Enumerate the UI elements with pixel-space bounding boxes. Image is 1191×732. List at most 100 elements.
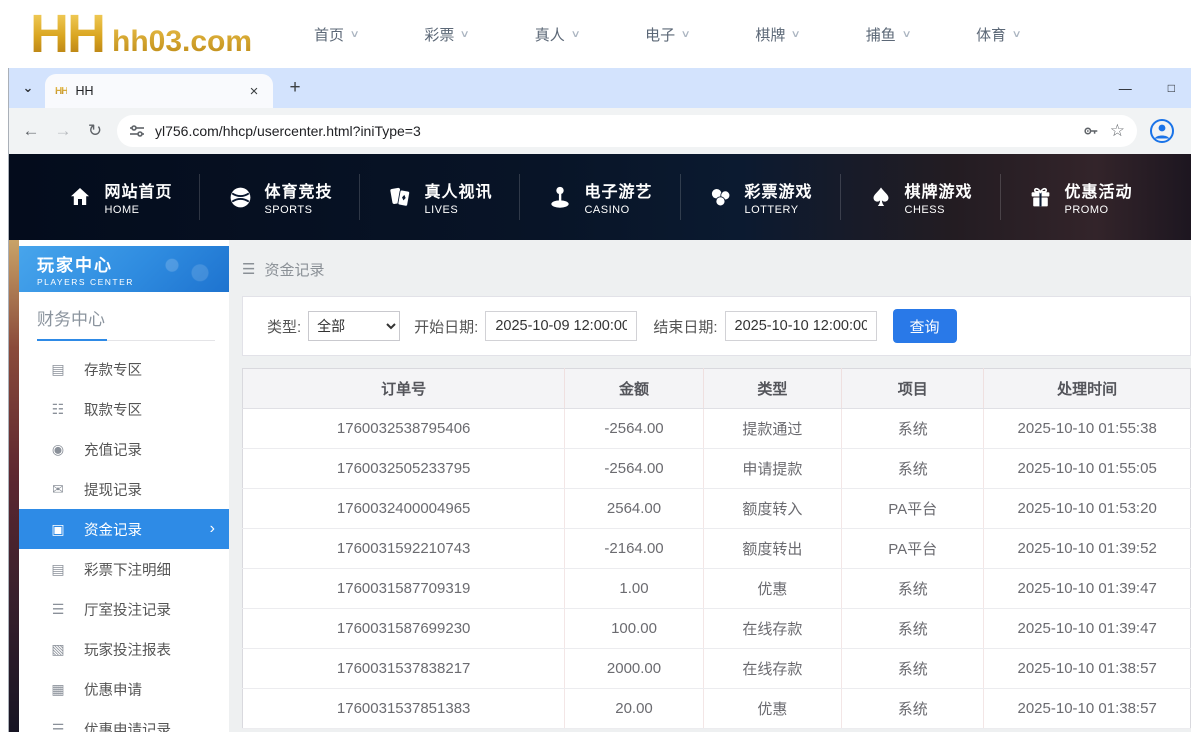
cell-amount: -2564.00 (565, 409, 703, 449)
bookmark-star-icon[interactable]: ☆ (1110, 121, 1125, 141)
sidebar-item[interactable]: ▦优惠申请› (19, 669, 229, 709)
tab-search-chevron-icon[interactable]: ⌄ (15, 75, 41, 101)
sidebar-item-label: 优惠申请 (84, 679, 142, 700)
table-row: 1760031592210743-2164.00额度转出PA平台2025-10-… (243, 529, 1191, 569)
site-nav-item[interactable]: 棋牌∨ (755, 24, 799, 45)
cell-project: 系统 (842, 649, 984, 689)
reload-button[interactable]: ↻ (79, 115, 111, 147)
site-nav-item[interactable]: 电子∨ (645, 24, 689, 45)
main-nav-item-casino[interactable]: 电子游艺CASINO (520, 178, 679, 216)
nav-label-en: HOME (104, 204, 172, 216)
table-header-cell: 项目 (842, 369, 984, 409)
withdraw-icon: ☷ (49, 401, 67, 418)
site-nav-item[interactable]: 捕鱼∨ (866, 24, 910, 45)
background-image-strip (9, 240, 19, 732)
cell-processed-time: 2025-10-10 01:39:47 (984, 609, 1191, 649)
cell-processed-time: 2025-10-10 01:39:52 (984, 529, 1191, 569)
cell-processed-time: 2025-10-10 01:38:57 (984, 689, 1191, 729)
browser-tab-hh[interactable]: HH HH × (45, 74, 273, 108)
hh-favicon: HH (55, 86, 67, 97)
maximize-button[interactable]: □ (1168, 81, 1175, 95)
table-header-cell: 金额 (565, 369, 703, 409)
sidebar-item[interactable]: ☰厅室投注记录› (19, 589, 229, 629)
site-nav-item[interactable]: 彩票∨ (424, 24, 468, 45)
sidebar-item-label: 资金记录 (84, 519, 142, 540)
lottery-bet-detail-icon: ▤ (49, 561, 67, 578)
url-text[interactable]: yl756.com/hhcp/usercenter.html?iniType=3 (155, 123, 1072, 139)
cell-project: 系统 (842, 689, 984, 729)
sidebar-item[interactable]: ☰优惠申请记录› (19, 709, 229, 732)
end-date-label: 结束日期: (653, 316, 717, 337)
site-header: HH hh03.com 首页∨ 彩票∨ 真人∨ 电子∨ 棋牌∨ 捕鱼∨ 体育∨ (0, 0, 1191, 68)
sidebar-item[interactable]: ✉提现记录› (19, 469, 229, 509)
site-nav-label: 彩票 (424, 24, 454, 45)
cell-processed-time: 2025-10-10 01:39:47 (984, 569, 1191, 609)
sidebar-menu: ▤存款专区›☷取款专区›◉充值记录›✉提现记录›▣资金记录›▤彩票下注明细›☰厅… (19, 349, 229, 732)
cell-project: 系统 (842, 609, 984, 649)
main-nav-item-sports[interactable]: 体育竞技SPORTS (200, 178, 359, 216)
site-settings-tune-icon[interactable] (129, 123, 145, 139)
hamburger-menu-icon[interactable]: ☰ (242, 260, 255, 278)
password-key-icon[interactable] (1082, 122, 1100, 140)
cell-processed-time: 2025-10-10 01:55:05 (984, 449, 1191, 489)
cell-project: PA平台 (842, 489, 984, 529)
tab-close-icon[interactable]: × (245, 83, 263, 100)
site-logo[interactable]: HH hh03.com (30, 10, 252, 59)
url-bar[interactable]: yl756.com/hhcp/usercenter.html?iniType=3… (117, 115, 1137, 147)
browser-profile-icon[interactable] (1149, 118, 1175, 144)
sidebar-item[interactable]: ▧玩家投注报表› (19, 629, 229, 669)
cell-order-no: 1760032538795406 (243, 409, 565, 449)
players-center-header[interactable]: 玩家中心 PLAYERS CENTER (19, 246, 229, 292)
nav-label-en: CHESS (905, 204, 973, 216)
type-label: 类型: (267, 316, 301, 337)
cell-type: 额度转出 (703, 529, 841, 569)
site-nav-item[interactable]: 首页∨ (314, 24, 358, 45)
type-select[interactable]: 全部 (308, 311, 400, 341)
sidebar-item[interactable]: ☷取款专区› (19, 389, 229, 429)
cell-order-no: 1760031592210743 (243, 529, 565, 569)
sidebar-item[interactable]: ▤彩票下注明细› (19, 549, 229, 589)
start-date-label: 开始日期: (414, 316, 478, 337)
main-nav-item-home[interactable]: 网站首页HOME (40, 178, 199, 216)
table-header-cell: 类型 (703, 369, 841, 409)
cell-amount: -2164.00 (565, 529, 703, 569)
sidebar-item[interactable]: ▣资金记录› (19, 509, 229, 549)
home-icon (67, 184, 93, 210)
main-nav-item-chess[interactable]: 棋牌游戏 CHESS (841, 178, 1000, 216)
funds-record-table: 订单号金额类型项目处理时间 1760032538795406-2564.00提款… (242, 368, 1191, 729)
browser-tab-strip: ⌄ HH HH × + — □ (9, 68, 1191, 108)
filter-bar: 类型: 全部 开始日期: 结束日期: 查询 (242, 296, 1191, 356)
cell-type: 优惠 (703, 689, 841, 729)
joystick-icon (547, 184, 573, 210)
site-nav-item[interactable]: 真人∨ (535, 24, 579, 45)
table-row: 1760032538795406-2564.00提款通过系统2025-10-10… (243, 409, 1191, 449)
nav-label-zh: 电子游艺 (584, 178, 652, 202)
sidebar-item[interactable]: ▤存款专区› (19, 349, 229, 389)
cell-amount: 1.00 (565, 569, 703, 609)
search-button[interactable]: 查询 (893, 309, 957, 343)
back-button[interactable]: ← (15, 115, 47, 147)
nav-label-zh: 棋牌游戏 (905, 178, 973, 202)
main-nav-item-promo[interactable]: 优惠活动PROMO (1001, 178, 1160, 216)
sidebar-item[interactable]: ◉充值记录› (19, 429, 229, 469)
nav-label-zh: 彩票游戏 (745, 178, 813, 202)
end-date-input[interactable] (725, 311, 877, 341)
minimize-button[interactable]: — (1119, 81, 1132, 96)
nav-label-zh: 优惠活动 (1065, 178, 1133, 202)
new-tab-button[interactable]: + (281, 74, 309, 102)
table-header-row: 订单号金额类型项目处理时间 (243, 369, 1191, 409)
site-nav-item[interactable]: 体育∨ (976, 24, 1020, 45)
main-nav-item-lottery[interactable]: 彩票游戏LOTTERY (681, 178, 840, 216)
logo-domain-text: hh03.com (112, 25, 252, 58)
site-nav-label: 棋牌 (755, 24, 785, 45)
lottery-balls-icon (708, 184, 734, 210)
start-date-input[interactable] (485, 311, 637, 341)
site-nav-label: 真人 (535, 24, 565, 45)
cell-type: 提款通过 (703, 409, 841, 449)
cell-order-no: 1760031537851383 (243, 689, 565, 729)
site-viewport: 网站首页HOME体育竞技SPORTS真人视讯LIVES电子游艺CASINO彩票游… (9, 154, 1191, 732)
site-top-nav: 首页∨ 彩票∨ 真人∨ 电子∨ 棋牌∨ 捕鱼∨ 体育∨ (314, 24, 1020, 45)
chevron-right-icon: › (210, 520, 215, 538)
main-nav-item-lives[interactable]: 真人视讯LIVES (360, 178, 519, 216)
cell-order-no: 1760031537838217 (243, 649, 565, 689)
